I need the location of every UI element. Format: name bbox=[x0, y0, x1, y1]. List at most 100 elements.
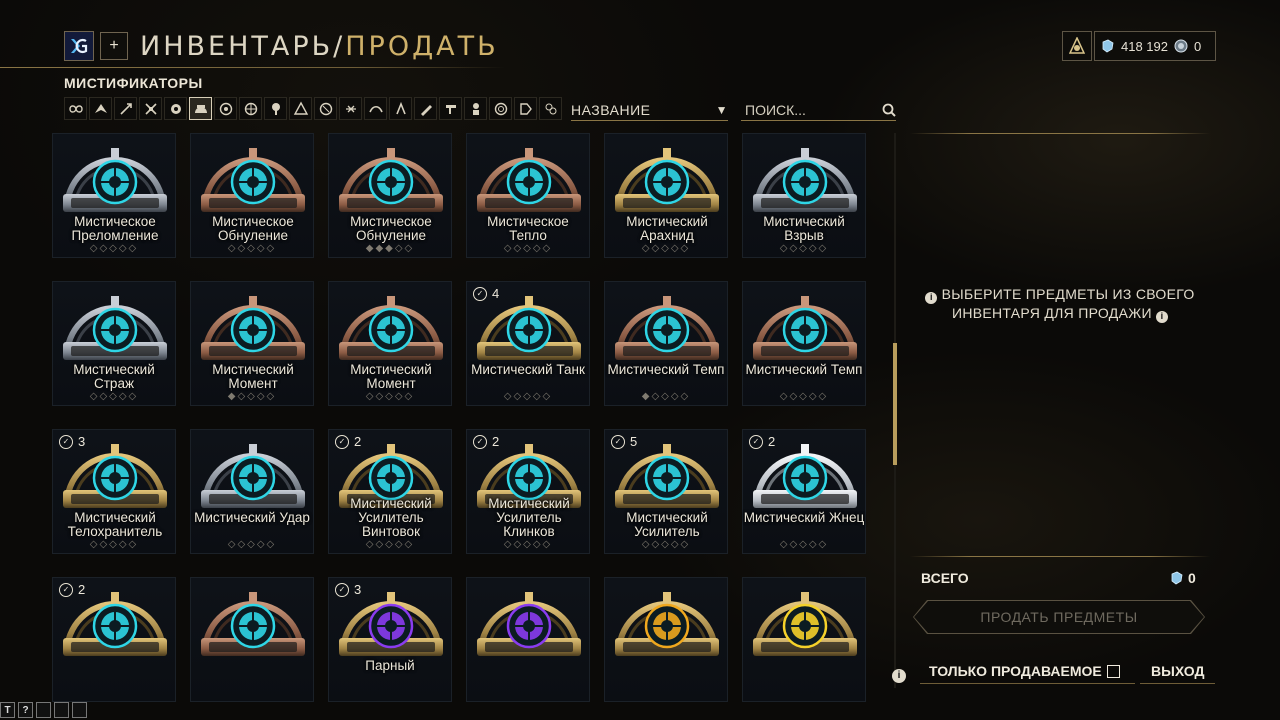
item-tile[interactable]: Мистический Темп ◆◇◇◇◇ bbox=[604, 281, 728, 406]
rank-indicator: ◇◇◇◇◇ bbox=[779, 243, 829, 254]
category-tab-kitgun[interactable] bbox=[464, 97, 487, 120]
owned-count-value: 2 bbox=[78, 582, 86, 597]
category-tab-zaw[interactable] bbox=[439, 97, 462, 120]
sell-items-label: ПРОДАТЬ ПРЕДМЕТЫ bbox=[980, 609, 1138, 625]
item-tile[interactable] bbox=[466, 577, 590, 702]
rank-indicator: ◆◆◆◇◇ bbox=[365, 243, 415, 254]
rank-indicator: ◇◇◇◇◇ bbox=[365, 391, 415, 402]
arcane-icon bbox=[615, 296, 719, 360]
category-tab-warframe[interactable] bbox=[89, 97, 112, 120]
category-tab-companion[interactable] bbox=[214, 97, 237, 120]
item-tile[interactable]: Мистический Взрыв ◇◇◇◇◇ bbox=[742, 133, 866, 258]
grid-scrollbar-thumb[interactable] bbox=[893, 343, 897, 465]
item-tile[interactable]: Мистическое Тепло ◇◇◇◇◇ bbox=[466, 133, 590, 258]
item-name: Мистический Арахнид bbox=[626, 214, 708, 243]
item-name: Мистический Усилитель Винтовок bbox=[350, 496, 432, 539]
item-tile[interactable]: Мистический Страж ◇◇◇◇◇ bbox=[52, 281, 176, 406]
category-tab-operator[interactable] bbox=[389, 97, 412, 120]
item-tile[interactable]: Мистический Удар ◇◇◇◇◇ bbox=[190, 429, 314, 554]
clan-logo-button[interactable] bbox=[64, 31, 94, 61]
only-sellable-checkbox[interactable] bbox=[1106, 664, 1120, 678]
category-tab-arcane[interactable] bbox=[189, 97, 212, 120]
toolbar-button[interactable] bbox=[72, 702, 87, 718]
toolbar-button[interactable] bbox=[54, 702, 69, 718]
category-tab-melee[interactable] bbox=[164, 97, 187, 120]
clan-logo-icon bbox=[71, 38, 88, 54]
mastery-rank-badge[interactable] bbox=[1062, 31, 1092, 61]
footer-underline bbox=[1140, 683, 1215, 684]
rank-indicator: ◇◇◇◇◇ bbox=[503, 243, 553, 254]
rank-indicator: ◇◇◇◇◇ bbox=[227, 243, 277, 254]
amp-icon bbox=[420, 104, 432, 116]
checkmark-icon: ✓ bbox=[59, 434, 73, 449]
item-tile[interactable]: ✓ 2 Мистический Усилитель Винтовок ◇◇◇◇◇ bbox=[328, 429, 452, 554]
toolbar-button[interactable]: T bbox=[0, 702, 15, 718]
category-tab-amp[interactable] bbox=[414, 97, 437, 120]
item-tile[interactable]: ✓ 2 Мистический Усилитель Клинков ◇◇◇◇◇ bbox=[466, 429, 590, 554]
category-tab-misc[interactable] bbox=[539, 97, 562, 120]
archgun-icon bbox=[368, 105, 383, 112]
item-tile[interactable]: ✓ 2 bbox=[52, 577, 176, 702]
item-tile[interactable]: ✓ 3 Парный bbox=[328, 577, 452, 702]
category-tab-parazon[interactable] bbox=[514, 97, 537, 120]
item-tile[interactable]: ✓ 3 Мистический Телохранитель ◇◇◇◇◇ bbox=[52, 429, 176, 554]
right-panel-divider bbox=[910, 133, 1210, 134]
item-tile[interactable]: Мистическое Преломление ◇◇◇◇◇ bbox=[52, 133, 176, 258]
help-info-button[interactable]: i bbox=[892, 664, 906, 683]
arcane-icon bbox=[753, 444, 857, 508]
item-tile[interactable] bbox=[190, 577, 314, 702]
rank-indicator: ◆◇◇◇◇ bbox=[227, 391, 277, 402]
category-tab-all[interactable] bbox=[64, 97, 87, 120]
category-tab-tektolyst[interactable] bbox=[489, 97, 512, 120]
category-tab-secondary[interactable] bbox=[139, 97, 162, 120]
category-tab-primary[interactable] bbox=[114, 97, 137, 120]
add-button[interactable]: + bbox=[100, 32, 128, 60]
section-title: МИСТИФИКАТОРЫ bbox=[64, 75, 203, 91]
arcane-icon bbox=[63, 148, 167, 212]
item-tile[interactable]: ✓ 4 Мистический Танк ◇◇◇◇◇ bbox=[466, 281, 590, 406]
arcane-icon bbox=[753, 296, 857, 360]
sell-items-button[interactable]: ПРОДАТЬ ПРЕДМЕТЫ bbox=[913, 600, 1205, 634]
message-line-2: ИНВЕНТАРЯ ДЛЯ ПРОДАЖИ bbox=[951, 305, 1152, 321]
item-tile[interactable] bbox=[742, 577, 866, 702]
item-tile[interactable]: Мистический Темп ◇◇◇◇◇ bbox=[742, 281, 866, 406]
item-grid: Мистическое Преломление ◇◇◇◇◇ Мистическое … bbox=[52, 133, 874, 720]
sort-dropdown[interactable]: НАЗВАНИЕ ▼ bbox=[571, 100, 728, 121]
item-tile[interactable]: Мистический Момент ◇◇◇◇◇ bbox=[328, 281, 452, 406]
category-tab-kdrive[interactable] bbox=[314, 97, 337, 120]
category-tab-archgun[interactable] bbox=[364, 97, 387, 120]
search-box bbox=[741, 100, 896, 121]
operator-icon bbox=[395, 101, 406, 114]
arcane-icon bbox=[753, 148, 857, 212]
only-sellable-toggle[interactable]: ТОЛЬКО ПРОДАВАЕМОЕ bbox=[929, 663, 1120, 679]
item-tile[interactable]: Мистическое Обнуление ◇◇◇◇◇ bbox=[190, 133, 314, 258]
total-label: ВСЕГО bbox=[921, 570, 969, 586]
category-tab-necramech[interactable] bbox=[339, 97, 362, 120]
item-tile[interactable] bbox=[604, 577, 728, 702]
category-tab-sentinel[interactable] bbox=[289, 97, 312, 120]
search-icon[interactable] bbox=[882, 103, 896, 117]
item-tile[interactable]: ✓ 2 Мистический Жнец ◇◇◇◇◇ bbox=[742, 429, 866, 554]
chevron-down-icon: ▼ bbox=[715, 103, 728, 117]
exit-button[interactable]: ВЫХОД bbox=[1151, 663, 1204, 679]
item-tile[interactable]: Мистическое Обнуление ◆◆◆◇◇ bbox=[328, 133, 452, 258]
search-input[interactable] bbox=[741, 102, 865, 118]
arcane-icon bbox=[615, 148, 719, 212]
category-tab-archwing[interactable] bbox=[239, 97, 262, 120]
rank-indicator: ◇◇◇◇◇ bbox=[641, 539, 691, 550]
item-name: Мистический Момент bbox=[212, 362, 294, 391]
checkmark-icon: ✓ bbox=[59, 582, 73, 597]
category-tab-faction[interactable] bbox=[264, 97, 287, 120]
item-tile[interactable]: Мистический Момент ◆◇◇◇◇ bbox=[190, 281, 314, 406]
sell-items-button-inner: ПРОДАТЬ ПРЕДМЕТЫ bbox=[914, 601, 1204, 633]
rank-indicator: ◇◇◇◇◇ bbox=[503, 539, 553, 550]
owned-count-value: 3 bbox=[354, 582, 362, 597]
owned-count: ✓ 5 bbox=[611, 434, 637, 449]
toolbar-button[interactable] bbox=[36, 702, 51, 718]
item-tile[interactable]: ✓ 5 Мистический Усилитель ◇◇◇◇◇ bbox=[604, 429, 728, 554]
arcane-icon bbox=[201, 148, 305, 212]
rank-indicator: ◇◇◇◇◇ bbox=[89, 391, 139, 402]
rank-indicator: ◇◇◇◇◇ bbox=[89, 243, 139, 254]
toolbar-button[interactable]: ? bbox=[18, 702, 33, 718]
item-tile[interactable]: Мистический Арахнид ◇◇◇◇◇ bbox=[604, 133, 728, 258]
